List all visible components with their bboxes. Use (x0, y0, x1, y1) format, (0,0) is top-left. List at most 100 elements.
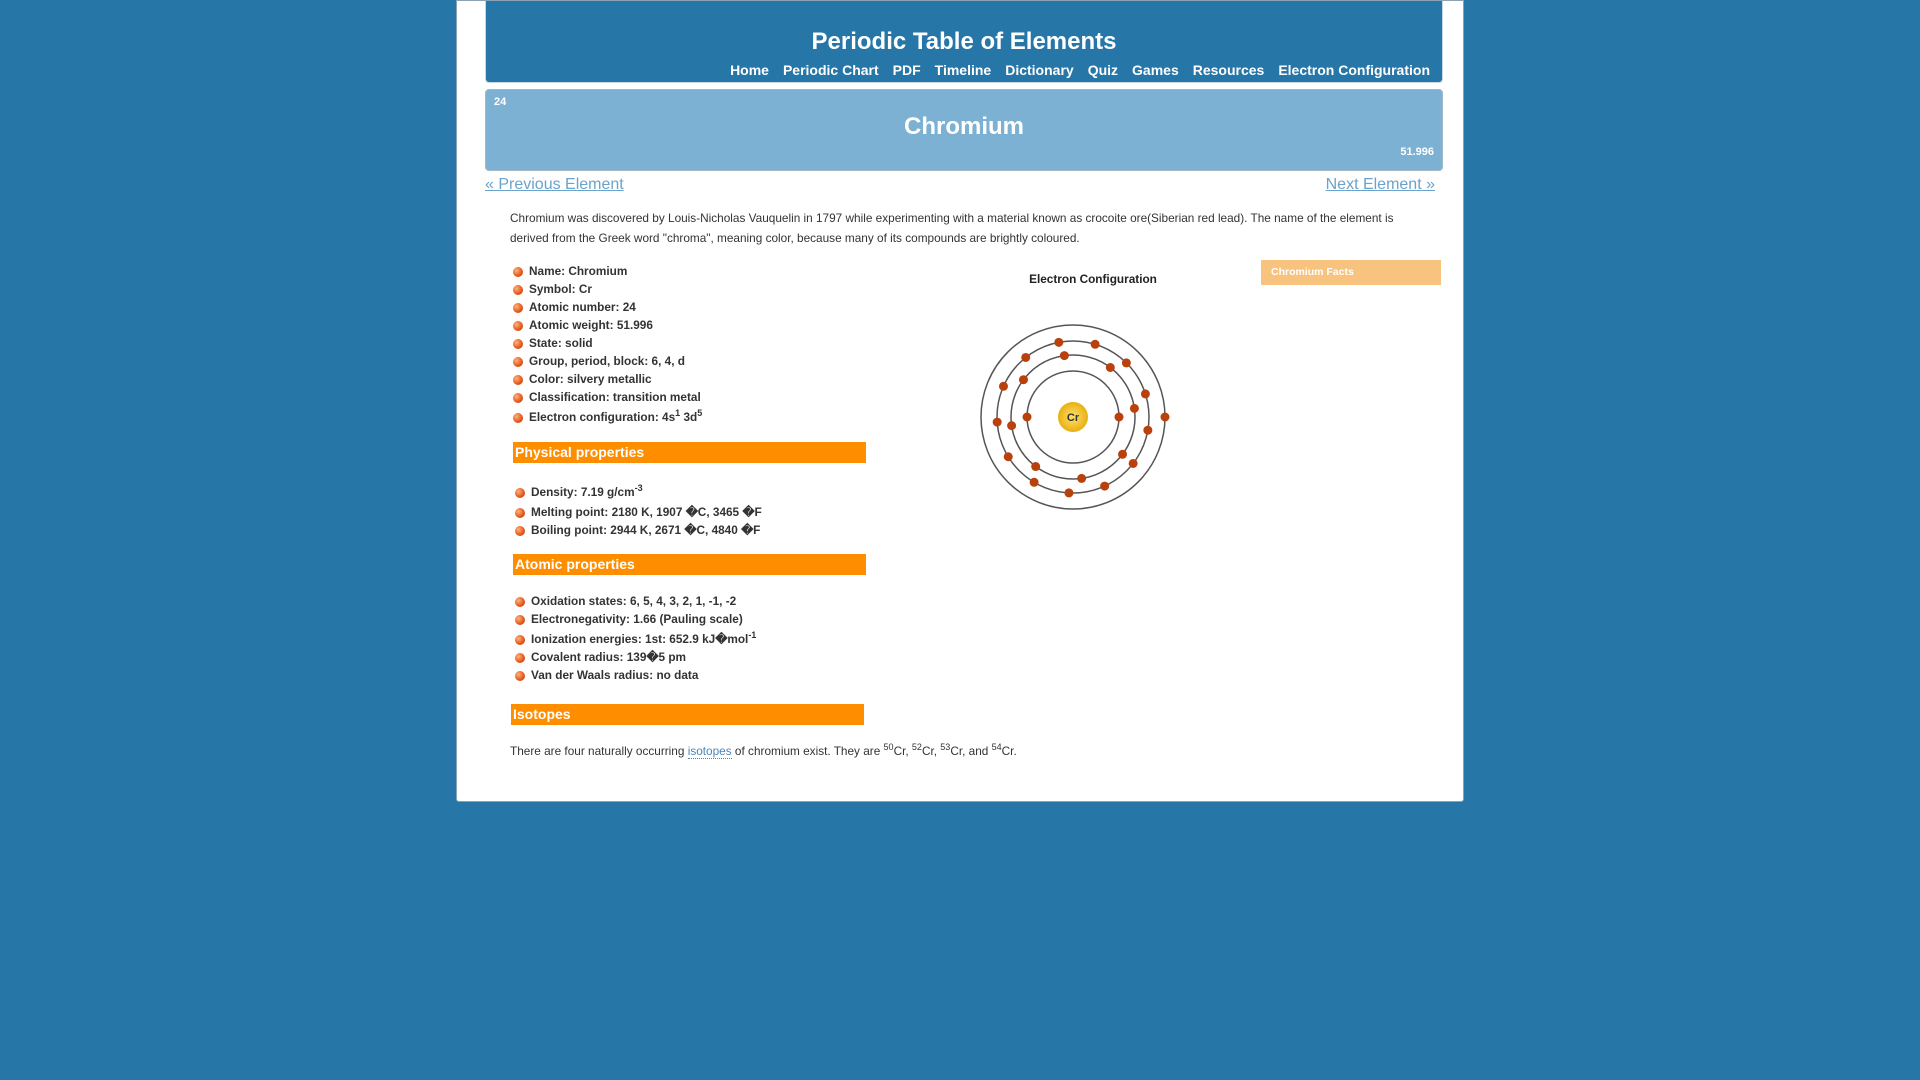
isotopes-header: Isotopes (511, 704, 864, 725)
site-header: Periodic Table of Elements Home Periodic… (485, 1, 1443, 83)
electron (1105, 362, 1115, 372)
nav-timeline[interactable]: Timeline (935, 62, 992, 78)
basic-property-label: Atomic number: 24 (529, 300, 636, 314)
basic-property-label: Name: Chromium (529, 264, 628, 278)
atomic-property-label: Covalent radius: 139�5 pm (531, 650, 687, 664)
physical-properties-header: Physical properties (513, 442, 866, 463)
electron (1021, 352, 1031, 362)
atomic-property-item: Van der Waals radius: no data (515, 666, 698, 684)
electron (1022, 412, 1032, 422)
physical-property-label: Melting point: 2180 K, 1907 �C, 3465 �F (531, 505, 762, 519)
basic-property-label-cont: 3d (680, 410, 698, 424)
electron (1003, 452, 1013, 462)
atomic-property-item: Oxidation states: 6, 5, 4, 3, 2, 1, -1, … (515, 592, 736, 610)
isotope-list: 50Cr, 52Cr, 53Cr, and 54Cr. (884, 742, 1017, 758)
basic-property-label: Electron configuration: 4s (529, 410, 676, 424)
basic-property-item: Classification: transition metal (513, 388, 701, 406)
bullet-icon (513, 339, 523, 349)
electron (1031, 462, 1041, 472)
nav-home[interactable]: Home (730, 62, 769, 78)
physical-property-superscript: -3 (634, 483, 643, 494)
bullet-icon (513, 267, 523, 277)
bullet-icon (515, 671, 525, 681)
nav-games[interactable]: Games (1132, 62, 1179, 78)
atomic-property-label: Ionization energies: 1st: 652.9 kJ�mol (531, 632, 749, 646)
isotopes-text-after: of chromium exist. They are (731, 744, 884, 758)
basic-property-item: State: solid (513, 334, 593, 352)
next-element-link[interactable]: Next Element » (1326, 176, 1435, 194)
physical-property-item: Density: 7.19 g/cm-3 (515, 483, 643, 501)
nav-quiz[interactable]: Quiz (1088, 62, 1118, 78)
electron (998, 381, 1008, 391)
element-facts-box[interactable]: Chromium Facts (1261, 260, 1441, 285)
isotopes-text-before: There are four naturally occurring (510, 744, 688, 758)
main-nav: Home Periodic Chart PDF Timeline Diction… (730, 62, 1430, 78)
isotope-separator: , and (962, 744, 992, 758)
electron (1143, 425, 1153, 435)
bohr-diagram: Cr (980, 324, 1170, 510)
electron (1064, 488, 1074, 498)
element-title: Chromium (904, 113, 1024, 140)
previous-element-link[interactable]: « Previous Element (485, 176, 624, 194)
electron (1100, 481, 1110, 491)
intro-paragraph: Chromium was discovered by Louis-Nichola… (510, 211, 1394, 245)
basic-property-label: Classification: transition metal (529, 390, 701, 404)
bullet-icon (513, 413, 523, 423)
electron-configuration-label: Electron Configuration (1029, 272, 1157, 286)
bullet-icon (513, 285, 523, 295)
electron (1007, 421, 1017, 431)
electron (1128, 458, 1138, 468)
bullet-icon (513, 303, 523, 313)
bullet-icon (513, 357, 523, 367)
bullet-icon (513, 393, 523, 403)
nav-periodic-chart[interactable]: Periodic Chart (783, 62, 879, 78)
isotope-symbol: Cr (950, 744, 963, 758)
physical-property-label: Boiling point: 2944 K, 2671 �C, 4840 �F (531, 523, 761, 537)
nucleus-symbol: Cr (1067, 412, 1080, 424)
bullet-icon (515, 653, 525, 663)
atomic-property-label: Van der Waals radius: no data (531, 668, 699, 682)
bullet-icon (513, 375, 523, 385)
atomic-property-label: Oxidation states: 6, 5, 4, 3, 2, 1, -1, … (531, 594, 737, 608)
basic-property-item: Symbol: Cr (513, 280, 592, 298)
element-banner: 24 Chromium 51.996 (485, 89, 1443, 171)
atomic-property-item: Covalent radius: 139�5 pm (515, 648, 686, 666)
page-container: Periodic Table of Elements Home Periodic… (456, 0, 1464, 802)
nav-dictionary[interactable]: Dictionary (1005, 62, 1073, 78)
electron (1118, 449, 1128, 459)
electron (1090, 339, 1100, 349)
bullet-icon (515, 508, 525, 518)
electron (1160, 412, 1170, 422)
bullet-icon (513, 321, 523, 331)
electron (1029, 477, 1039, 487)
electron (1121, 358, 1131, 368)
electron (992, 417, 1002, 427)
isotope-mass-number: 52 (911, 742, 922, 753)
isotope-symbol: Cr (1001, 744, 1014, 758)
basic-property-superscript: 5 (697, 408, 703, 419)
basic-property-item: Atomic number: 24 (513, 298, 636, 316)
electron (1018, 375, 1028, 385)
nav-electron-configuration[interactable]: Electron Configuration (1278, 62, 1430, 78)
atomic-weight: 51.996 (1400, 146, 1434, 158)
nav-pdf[interactable]: PDF (893, 62, 921, 78)
basic-property-item: Group, period, block: 6, 4, d (513, 352, 685, 370)
basic-property-item: Atomic weight: 51.996 (513, 316, 653, 334)
isotopes-link[interactable]: isotopes (687, 744, 732, 759)
electron (1140, 389, 1150, 399)
electron (1054, 337, 1064, 347)
bullet-icon (515, 488, 525, 498)
isotope-symbol: Cr (921, 744, 934, 758)
atomic-property-superscript: -1 (748, 630, 757, 641)
site-title[interactable]: Periodic Table of Elements (486, 28, 1442, 56)
atomic-number: 24 (494, 96, 507, 108)
bullet-icon (515, 615, 525, 625)
basic-property-label: Symbol: Cr (529, 282, 592, 296)
electron (1114, 412, 1124, 422)
isotopes-paragraph: There are four naturally occurring isoto… (510, 742, 1210, 760)
isotope-symbol: Cr (893, 744, 906, 758)
physical-property-item: Melting point: 2180 K, 1907 �C, 3465 �F (515, 503, 762, 521)
basic-property-item: Color: silvery metallic (513, 370, 652, 388)
basic-property-item: Name: Chromium (513, 262, 627, 280)
nav-resources[interactable]: Resources (1193, 62, 1265, 78)
